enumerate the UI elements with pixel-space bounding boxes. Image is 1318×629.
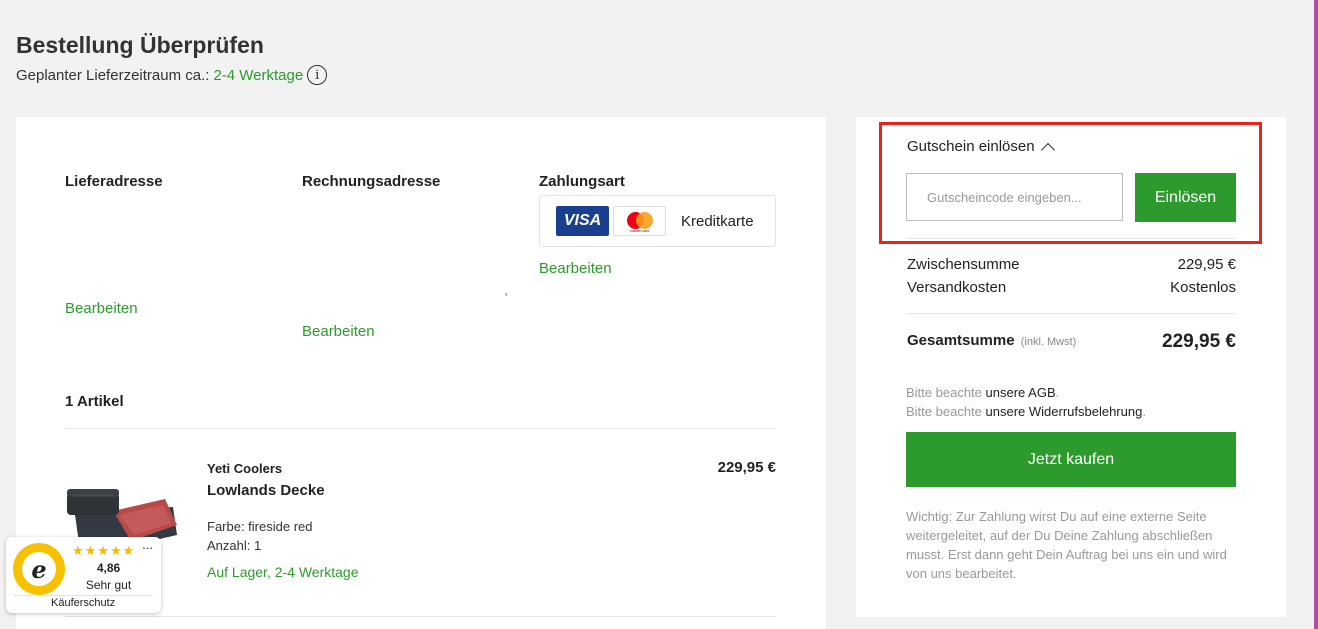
external-payment-note: Wichtig: Zur Zahlung wirst Du auf eine e…: [906, 509, 1227, 581]
product-name[interactable]: Lowlands Decke: [207, 482, 325, 499]
subtotal-label: Zwischensumme: [907, 256, 1020, 273]
buyer-protection-label: Käuferschutz: [51, 597, 116, 609]
info-icon[interactable]: i: [307, 65, 328, 85]
delivery-prefix: Geplanter Lieferzeitraum ca.:: [16, 66, 210, 84]
total-value: 229,95 €: [1162, 331, 1236, 352]
article-count: 1 Artikel: [65, 393, 124, 410]
buy-now-button[interactable]: Jetzt kaufen: [906, 432, 1236, 487]
vat-note: (inkl. Mwst): [1020, 336, 1077, 348]
total-label: Gesamtsumme (inkl. Mwst): [907, 332, 1077, 349]
divider: [65, 428, 776, 429]
withdrawal-policy-link[interactable]: unsere Widerrufsbelehrung: [986, 404, 1143, 419]
withdrawal-note: Bitte beachte unsere Widerrufsbelehrung.: [906, 404, 1146, 419]
payment-method-label: Kreditkarte: [681, 212, 754, 230]
subtotal-value: 229,95 €: [1177, 256, 1236, 273]
voucher-code-input[interactable]: [906, 173, 1123, 221]
rating-label: Sehr gut: [85, 578, 132, 592]
billing-address-heading: Rechnungsadresse: [302, 173, 441, 190]
delivery-estimate: Geplanter Lieferzeitraum ca.: 2-4 Werkta…: [16, 65, 328, 85]
voucher-toggle-label: Gutschein einlösen: [907, 138, 1035, 155]
edit-billing-address-link[interactable]: Bearbeiten: [302, 323, 375, 340]
agb-note: Bitte beachte unsere AGB.: [906, 385, 1060, 400]
rating-stars: ★★★★★: [72, 543, 136, 558]
divider: [65, 616, 776, 617]
shipping-cost-label: Versandkosten: [907, 279, 1007, 296]
payment-method-box: VISA mastercard Kreditkarte: [539, 195, 776, 247]
chevron-up-icon: [1040, 142, 1055, 157]
divider: [906, 238, 1236, 239]
right-gutter: [1302, 0, 1314, 629]
mastercard-icon: mastercard: [613, 206, 666, 236]
page-title: Bestellung Überprüfen: [16, 32, 264, 58]
payment-method-heading: Zahlungsart: [539, 173, 625, 190]
stray-mark: ʻ: [505, 292, 508, 304]
shipping-cost-value: Kostenlos: [1170, 279, 1236, 296]
redeem-voucher-button[interactable]: Einlösen: [1135, 173, 1236, 222]
edit-payment-link[interactable]: Bearbeiten: [539, 260, 612, 277]
product-brand: Yeti Coolers: [207, 461, 283, 476]
delivery-time: 2-4 Werktage: [213, 66, 304, 84]
shipping-address-heading: Lieferadresse: [65, 173, 163, 190]
more-icon[interactable]: ...: [142, 537, 153, 552]
trusted-shops-badge[interactable]: e ★★★★★ ... 4,86 Sehr gut Käuferschutz: [6, 537, 161, 613]
visa-icon: VISA: [556, 206, 609, 236]
product-stock-status: Auf Lager, 2-4 Werktage: [207, 564, 359, 580]
window-edge: [1314, 0, 1318, 629]
voucher-toggle[interactable]: Gutschein einlösen: [907, 138, 1055, 157]
product-color: Farbe: fireside red: [207, 519, 313, 534]
agb-link[interactable]: unsere AGB: [986, 385, 1056, 400]
divider: [14, 595, 153, 596]
rating-score: 4,86: [96, 561, 121, 575]
product-price: 229,95 €: [717, 459, 776, 476]
edit-shipping-address-link[interactable]: Bearbeiten: [65, 300, 138, 317]
product-quantity: Anzahl: 1: [207, 538, 262, 553]
divider: [906, 313, 1236, 314]
